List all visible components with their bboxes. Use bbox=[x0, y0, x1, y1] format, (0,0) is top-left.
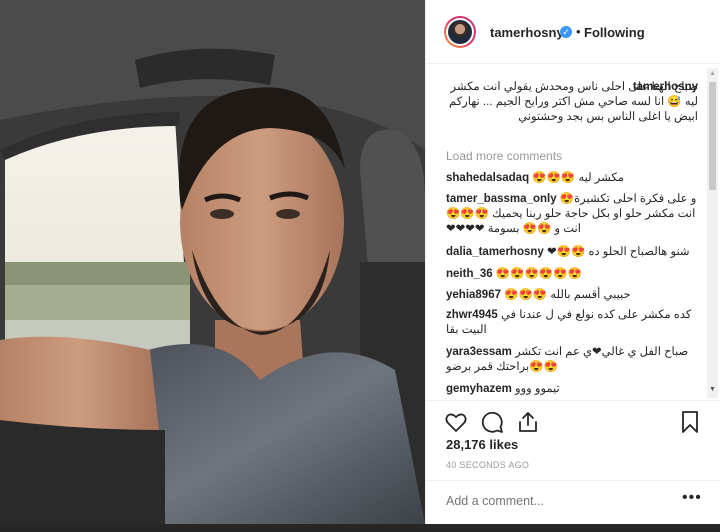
comment-text: شنو هالصباح الحلو ده 😍😍❤ bbox=[547, 246, 690, 258]
post-side-panel: tamerhosny ✓ • Following tamerhosny صباح… bbox=[425, 0, 720, 524]
comment-username[interactable]: neith_36 bbox=[446, 268, 493, 280]
comment-item: dalia_tamerhosny شنو هالصباح الحلو ده 😍😍… bbox=[446, 245, 698, 260]
caption-username[interactable]: tamerhosny bbox=[633, 80, 698, 95]
post-author-username[interactable]: tamerhosny bbox=[490, 25, 564, 40]
caption: tamerhosny صباح الهنا على احلى ناس ومحدش… bbox=[446, 80, 698, 125]
scroll-up-arrow-icon[interactable]: ▲ bbox=[707, 70, 718, 78]
comment-item: zhwr4945 كده مكشر على كده نولع في ل عندن… bbox=[446, 308, 698, 338]
comment-text: 😍😍😍😍😍😍 bbox=[495, 268, 582, 280]
comment-item: shahedalsadaq مكشر ليه 😍😍😍 bbox=[446, 171, 698, 186]
likes-count[interactable]: 28,176 likes bbox=[446, 437, 518, 452]
share-icon[interactable] bbox=[516, 410, 540, 434]
avatar[interactable] bbox=[444, 16, 476, 48]
instagram-post-view: tamerhosny ✓ • Following tamerhosny صباح… bbox=[0, 0, 720, 532]
verified-badge-icon: ✓ bbox=[560, 26, 572, 38]
comment-text: مكشر ليه 😍😍😍 bbox=[532, 172, 624, 184]
comment-item: yara3essam صباح الفل ي غالي❤ي عم انت تكش… bbox=[446, 345, 698, 375]
selfie-photo-drawing bbox=[0, 0, 425, 524]
following-button[interactable]: Following bbox=[584, 25, 645, 40]
scroll-thumb[interactable] bbox=[709, 82, 716, 190]
comment-icon[interactable] bbox=[480, 410, 504, 434]
heart-icon[interactable] bbox=[444, 410, 468, 434]
comment-username[interactable]: yehia8967 bbox=[446, 289, 501, 301]
load-more-comments-link[interactable]: Load more comments bbox=[446, 149, 562, 163]
comment-text: تيموو ووو bbox=[515, 383, 560, 395]
comment-text: حبيبي أقسم بالله 😍😍😍 bbox=[504, 289, 631, 301]
header-separator: • bbox=[576, 24, 581, 39]
comment-item: neith_36 😍😍😍😍😍😍 bbox=[446, 267, 698, 282]
comment-username[interactable]: tamer_bassma_only bbox=[446, 193, 557, 205]
comments-scrollbar[interactable]: ▲ ▼ bbox=[707, 68, 718, 398]
post-header: tamerhosny ✓ • Following bbox=[426, 0, 720, 64]
comment-username[interactable]: shahedalsadaq bbox=[446, 172, 529, 184]
bookmark-icon[interactable] bbox=[678, 410, 702, 434]
comment-username[interactable]: dalia_tamerhosny bbox=[446, 246, 544, 258]
background-strip bbox=[0, 524, 720, 532]
post-timestamp[interactable]: 40 SECONDS AGO bbox=[446, 460, 529, 470]
post-photo[interactable] bbox=[0, 0, 425, 524]
add-comment-bar: ••• bbox=[426, 480, 720, 524]
comment-item: yehia8967 حبيبي أقسم بالله 😍😍😍 bbox=[446, 288, 698, 303]
comment-item: gemyhazem تيموو ووو bbox=[446, 382, 698, 397]
comment-username[interactable]: yara3essam bbox=[446, 346, 512, 358]
post-actions bbox=[426, 400, 720, 440]
comments-list[interactable]: tamerhosny صباح الهنا على احلى ناس ومحدش… bbox=[426, 64, 720, 400]
avatar-image bbox=[448, 20, 472, 44]
comment-item: tamer_bassma_only و على فكرة احلى تكشيرة… bbox=[446, 192, 698, 237]
avatar-ring-inner bbox=[446, 18, 474, 46]
more-options-icon[interactable]: ••• bbox=[682, 489, 702, 507]
add-comment-input[interactable] bbox=[446, 494, 666, 508]
comment-username[interactable]: zhwr4945 bbox=[446, 309, 498, 321]
comment-username[interactable]: gemyhazem bbox=[446, 383, 512, 395]
scroll-down-arrow-icon[interactable]: ▼ bbox=[707, 386, 718, 394]
